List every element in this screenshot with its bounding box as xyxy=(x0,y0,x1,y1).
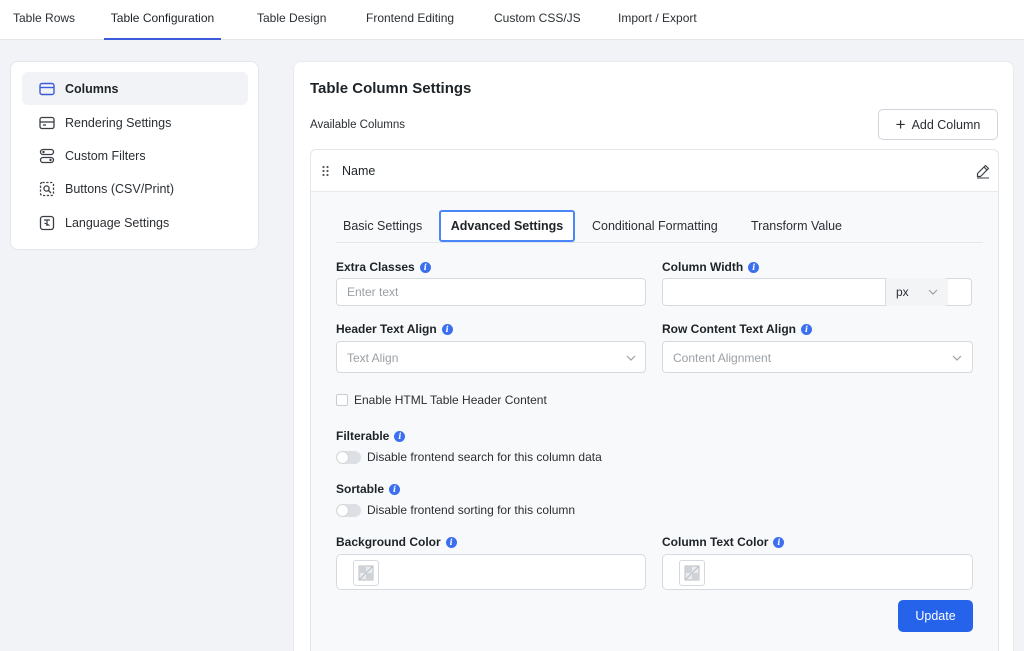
extra-classes-label: Extra Classes i xyxy=(336,260,431,274)
column-card-header[interactable]: Name xyxy=(311,150,998,192)
row-content-text-align-select[interactable]: Content Alignment xyxy=(662,341,973,373)
settings-tabs: Basic Settings Advanced Settings Conditi… xyxy=(336,210,983,243)
sortable-label-text: Sortable xyxy=(336,482,385,496)
sidebar-item-language-settings[interactable]: Language Settings xyxy=(22,206,248,239)
filterable-label: Filterable i xyxy=(336,429,406,443)
tab-custom-css-js[interactable]: Custom CSS/JS xyxy=(494,0,581,40)
background-color-field xyxy=(336,554,646,590)
buttons-icon xyxy=(38,180,55,197)
info-icon[interactable]: i xyxy=(773,536,785,548)
background-color-label: Background Color i xyxy=(336,535,457,549)
tab-transform-value[interactable]: Transform Value xyxy=(751,210,842,242)
row-content-text-align-label: Row Content Text Align i xyxy=(662,322,812,336)
info-icon[interactable]: i xyxy=(801,323,812,335)
color-picker-icon xyxy=(358,565,374,581)
sortable-toggle-label: Disable frontend sorting for this column xyxy=(367,503,576,517)
column-width-label: Column Width i xyxy=(662,260,760,274)
tab-basic-settings[interactable]: Basic Settings xyxy=(343,210,422,242)
column-text-color-label: Column Text Color i xyxy=(662,535,785,549)
language-icon xyxy=(38,214,55,231)
tab-table-configuration[interactable]: Table Configuration xyxy=(104,0,221,40)
pencil-icon[interactable] xyxy=(975,163,991,179)
tab-table-rows[interactable]: Table Rows xyxy=(13,0,75,40)
tab-import-export[interactable]: Import / Export xyxy=(618,0,697,40)
row-content-text-align-placeholder: Content Alignment xyxy=(673,351,772,365)
column-name: Name xyxy=(342,164,376,178)
rendering-icon xyxy=(38,114,55,131)
plus-icon: + xyxy=(895,115,906,134)
sidebar-item-label: Buttons (CSV/Print) xyxy=(65,181,175,196)
column-width-label-text: Column Width xyxy=(662,260,744,274)
tab-advanced-settings[interactable]: Advanced Settings xyxy=(439,210,575,242)
info-icon[interactable]: i xyxy=(419,261,431,273)
tab-frontend-editing[interactable]: Frontend Editing xyxy=(366,0,454,40)
info-icon[interactable]: i xyxy=(389,483,401,495)
html-header-label: Enable HTML Table Header Content xyxy=(354,393,547,407)
tab-table-design[interactable]: Table Design xyxy=(257,0,326,40)
add-column-button[interactable]: + Add Column xyxy=(878,109,998,140)
chevron-down-icon xyxy=(626,355,636,361)
filterable-label-text: Filterable xyxy=(336,429,390,443)
html-header-checkbox[interactable] xyxy=(336,394,348,406)
update-button[interactable]: Update xyxy=(898,600,973,632)
tab-conditional-formatting[interactable]: Conditional Formatting xyxy=(592,210,718,242)
sidebar-item-buttons-csv-print[interactable]: Buttons (CSV/Print) xyxy=(22,172,248,205)
columns-icon xyxy=(38,80,55,97)
column-text-color-label-text: Column Text Color xyxy=(662,535,769,549)
width-unit-value: px xyxy=(896,285,909,299)
header-text-align-label-text: Header Text Align xyxy=(336,322,437,336)
sortable-toggle[interactable] xyxy=(336,504,361,517)
extra-classes-label-text: Extra Classes xyxy=(336,260,415,274)
filters-icon xyxy=(38,147,55,164)
info-icon[interactable]: i xyxy=(441,323,453,335)
settings-sidebar: Columns Rendering Settings Custom Filter… xyxy=(10,61,259,250)
info-icon[interactable]: i xyxy=(445,536,457,548)
background-color-swatch[interactable] xyxy=(353,560,379,586)
info-icon[interactable]: i xyxy=(748,261,760,273)
sidebar-item-columns[interactable]: Columns xyxy=(22,72,248,105)
top-navigation: Table Rows Table Configuration Table Des… xyxy=(0,0,1024,40)
chevron-down-icon xyxy=(952,355,962,361)
column-text-color-field xyxy=(662,554,973,590)
color-picker-icon xyxy=(684,565,700,581)
header-text-align-placeholder: Text Align xyxy=(347,351,399,365)
info-icon[interactable]: i xyxy=(394,430,406,442)
column-card: Name Basic Settings Advanced Settings Co… xyxy=(310,149,999,651)
header-text-align-select[interactable]: Text Align xyxy=(336,341,646,373)
available-columns-label: Available Columns xyxy=(310,119,406,131)
sidebar-item-custom-filters[interactable]: Custom Filters xyxy=(22,139,248,172)
filterable-toggle[interactable] xyxy=(336,451,361,464)
page-title: Table Column Settings xyxy=(310,80,472,97)
add-column-label: Add Column xyxy=(911,117,981,132)
chevron-down-icon xyxy=(928,289,938,295)
sidebar-item-rendering-settings[interactable]: Rendering Settings xyxy=(22,106,248,139)
drag-handle-icon[interactable] xyxy=(321,165,331,177)
sidebar-item-label: Columns xyxy=(65,81,119,96)
background-color-label-text: Background Color xyxy=(336,535,441,549)
toggle-knob xyxy=(337,505,348,516)
filterable-toggle-label: Disable frontend search for this column … xyxy=(367,450,602,464)
sortable-label: Sortable i xyxy=(336,482,401,496)
column-settings-panel: Table Column Settings Available Columns … xyxy=(293,61,1014,651)
sidebar-item-label: Rendering Settings xyxy=(65,115,172,130)
toggle-knob xyxy=(337,452,348,463)
column-text-color-swatch[interactable] xyxy=(679,560,705,586)
extra-classes-input[interactable] xyxy=(336,278,646,306)
width-unit-select[interactable]: px xyxy=(885,278,948,306)
sidebar-item-label: Language Settings xyxy=(65,215,170,230)
row-content-text-align-label-text: Row Content Text Align xyxy=(662,322,796,336)
header-text-align-label: Header Text Align i xyxy=(336,322,453,336)
sidebar-item-label: Custom Filters xyxy=(65,148,146,163)
